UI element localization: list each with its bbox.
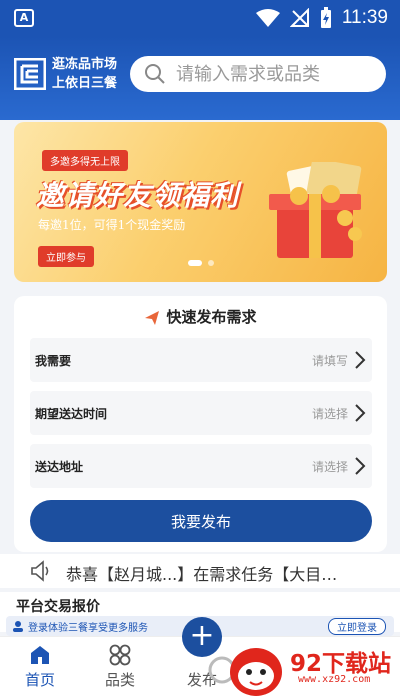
delivery-time-field[interactable]: 期望送达时间 请选择 xyxy=(30,391,372,435)
app-screen: A 11:39 逛冻品市场 上依日三餐 多邀多得无上限 邀请好友领福利 每邀1位… xyxy=(0,0,400,700)
notice-marquee[interactable]: 恭喜【赵月城...】在需求任务【大目… xyxy=(0,554,400,588)
battery-icon xyxy=(320,7,331,28)
watermark-text: 92下载站 xyxy=(290,651,392,677)
status-icons: 11:39 xyxy=(255,6,388,30)
tab-label: 首页 xyxy=(24,671,55,689)
tab-home[interactable]: 首页 xyxy=(0,637,80,700)
top-header: 逛冻品市场 上依日三餐 xyxy=(0,36,400,120)
chevron-right-icon xyxy=(355,351,366,369)
status-bar: A 11:39 xyxy=(0,0,400,36)
search-bar[interactable] xyxy=(130,56,386,92)
field-label: 期望送达时间 xyxy=(35,407,108,421)
site-watermark: 92下载站 www.xz92.com xyxy=(202,640,392,698)
paper-plane-icon xyxy=(145,310,160,325)
watermark-logo-icon xyxy=(208,648,282,696)
clock: 11:39 xyxy=(341,7,388,28)
delivery-address-field[interactable]: 送达地址 请选择 xyxy=(30,444,372,488)
section-title: 平台交易报价 xyxy=(16,599,100,615)
search-icon xyxy=(145,64,165,84)
accessibility-badge: A xyxy=(14,9,34,27)
slogan-line-2: 上依日三餐 xyxy=(52,76,118,91)
promo-banner[interactable]: 多邀多得无上限 邀请好友领福利 每邀1位，可得1个现金奖励 立即参与 xyxy=(14,122,387,282)
search-input[interactable] xyxy=(176,63,376,85)
field-label: 我需要 xyxy=(35,354,72,368)
publish-button[interactable]: 我要发布 xyxy=(30,500,372,542)
tab-label: 品类 xyxy=(104,671,135,689)
field-hint: 请选择 xyxy=(311,460,348,474)
brand-logo-icon xyxy=(14,58,46,90)
carousel-dot[interactable] xyxy=(207,260,214,266)
login-hint: 登录体验三餐享受更多服务 xyxy=(28,623,148,634)
quick-post-title: 快速发布需求 xyxy=(14,306,387,327)
field-label: 送达地址 xyxy=(35,460,84,474)
carousel-dot[interactable] xyxy=(187,260,202,266)
quick-post-title-text: 快速发布需求 xyxy=(166,308,257,326)
banner-subtitle: 每邀1位，可得1个现金奖励 xyxy=(38,218,186,232)
field-hint: 请选择 xyxy=(311,407,348,421)
need-field[interactable]: 我需要 请填写 xyxy=(30,338,372,382)
wifi-icon xyxy=(255,9,280,27)
banner-join-button[interactable]: 立即参与 xyxy=(38,246,94,267)
slogan-line-1: 逛冻品市场 xyxy=(52,57,118,72)
chevron-right-icon xyxy=(355,404,366,422)
category-icon xyxy=(109,644,131,666)
brand-slogan: 逛冻品市场 上依日三餐 xyxy=(52,55,117,93)
chevron-right-icon xyxy=(355,457,366,475)
tab-category[interactable]: 品类 xyxy=(80,637,160,700)
speaker-icon xyxy=(31,560,49,582)
user-icon xyxy=(13,621,23,632)
carousel-indicator[interactable] xyxy=(187,260,214,266)
quick-post-card: 快速发布需求 我需要 请填写 期望送达时间 请选择 送达地址 请选择 我要发布 xyxy=(14,296,387,552)
home-icon xyxy=(31,646,49,664)
gift-box-icon xyxy=(269,162,362,258)
no-signal-icon xyxy=(289,8,309,27)
banner-title: 邀请好友领福利 xyxy=(36,179,240,212)
banner-tag: 多邀多得无上限 xyxy=(42,150,128,171)
login-button[interactable]: 立即登录 xyxy=(328,618,386,635)
notice-text: 恭喜【赵月城...】在需求任务【大目… xyxy=(66,565,338,584)
watermark-url: www.xz92.com xyxy=(298,674,371,685)
field-hint: 请填写 xyxy=(311,354,348,368)
